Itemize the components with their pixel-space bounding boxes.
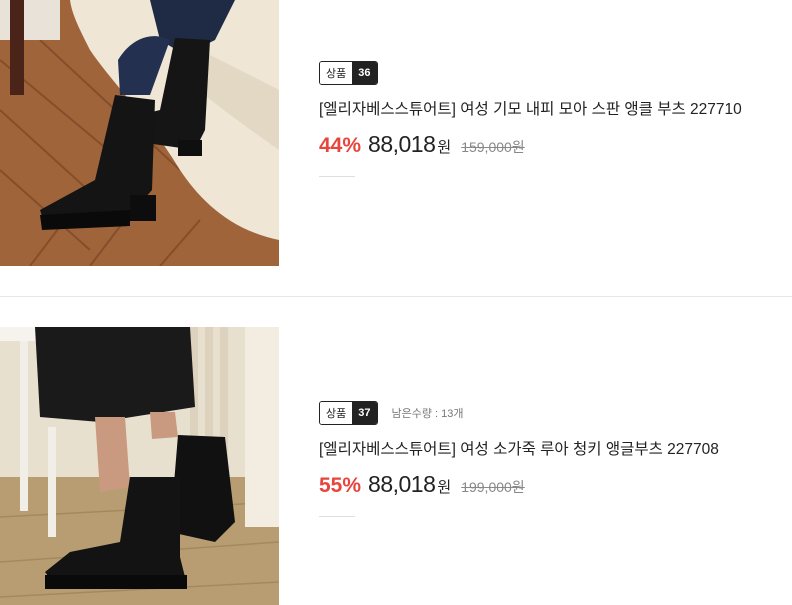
product-image[interactable] bbox=[0, 0, 279, 266]
original-price: 159,000원 bbox=[461, 139, 525, 155]
currency-unit: 원 bbox=[437, 479, 452, 496]
product-rank-badge: 상품 36 bbox=[319, 61, 378, 85]
product-info: 상품 36 [엘리자베스스튜어트] 여성 기모 내피 모아 스판 앵클 부츠 2… bbox=[319, 61, 742, 177]
sale-price: 88,018 bbox=[368, 131, 436, 157]
discount-rate: 44% bbox=[319, 134, 362, 157]
divider bbox=[0, 296, 792, 297]
badge-number: 37 bbox=[352, 402, 377, 424]
product-title[interactable]: [엘리자베스스튜어트] 여성 기모 내피 모아 스판 앵클 부츠 227710 bbox=[319, 97, 742, 119]
product-title[interactable]: [엘리자베스스튜어트] 여성 소가죽 루아 청키 앵글부츠 227708 bbox=[319, 437, 719, 459]
product-card[interactable]: 상품 36 [엘리자베스스튜어트] 여성 기모 내피 모아 스판 앵클 부츠 2… bbox=[0, 0, 792, 266]
product-info: 상품 37 남은수량 : 13개 [엘리자베스스튜어트] 여성 소가죽 루아 청… bbox=[319, 401, 719, 517]
separator bbox=[319, 516, 355, 517]
product-rank-badge: 상품 37 bbox=[319, 401, 378, 425]
price-row: 55% 88,018 원 199,000원 bbox=[319, 471, 719, 498]
badge-label: 상품 bbox=[320, 62, 353, 84]
currency-unit: 원 bbox=[437, 139, 452, 156]
badge-number: 36 bbox=[352, 62, 377, 84]
remaining-stock: 남은수량 : 13개 bbox=[391, 408, 464, 420]
badge-label: 상품 bbox=[320, 402, 353, 424]
discount-rate: 55% bbox=[319, 474, 362, 497]
product-image[interactable] bbox=[0, 327, 279, 605]
product-card[interactable]: 상품 37 남은수량 : 13개 [엘리자베스스튜어트] 여성 소가죽 루아 청… bbox=[0, 327, 792, 605]
sale-price: 88,018 bbox=[368, 471, 436, 497]
separator bbox=[319, 176, 355, 177]
price-row: 44% 88,018 원 159,000원 bbox=[319, 131, 742, 158]
original-price: 199,000원 bbox=[461, 479, 525, 495]
